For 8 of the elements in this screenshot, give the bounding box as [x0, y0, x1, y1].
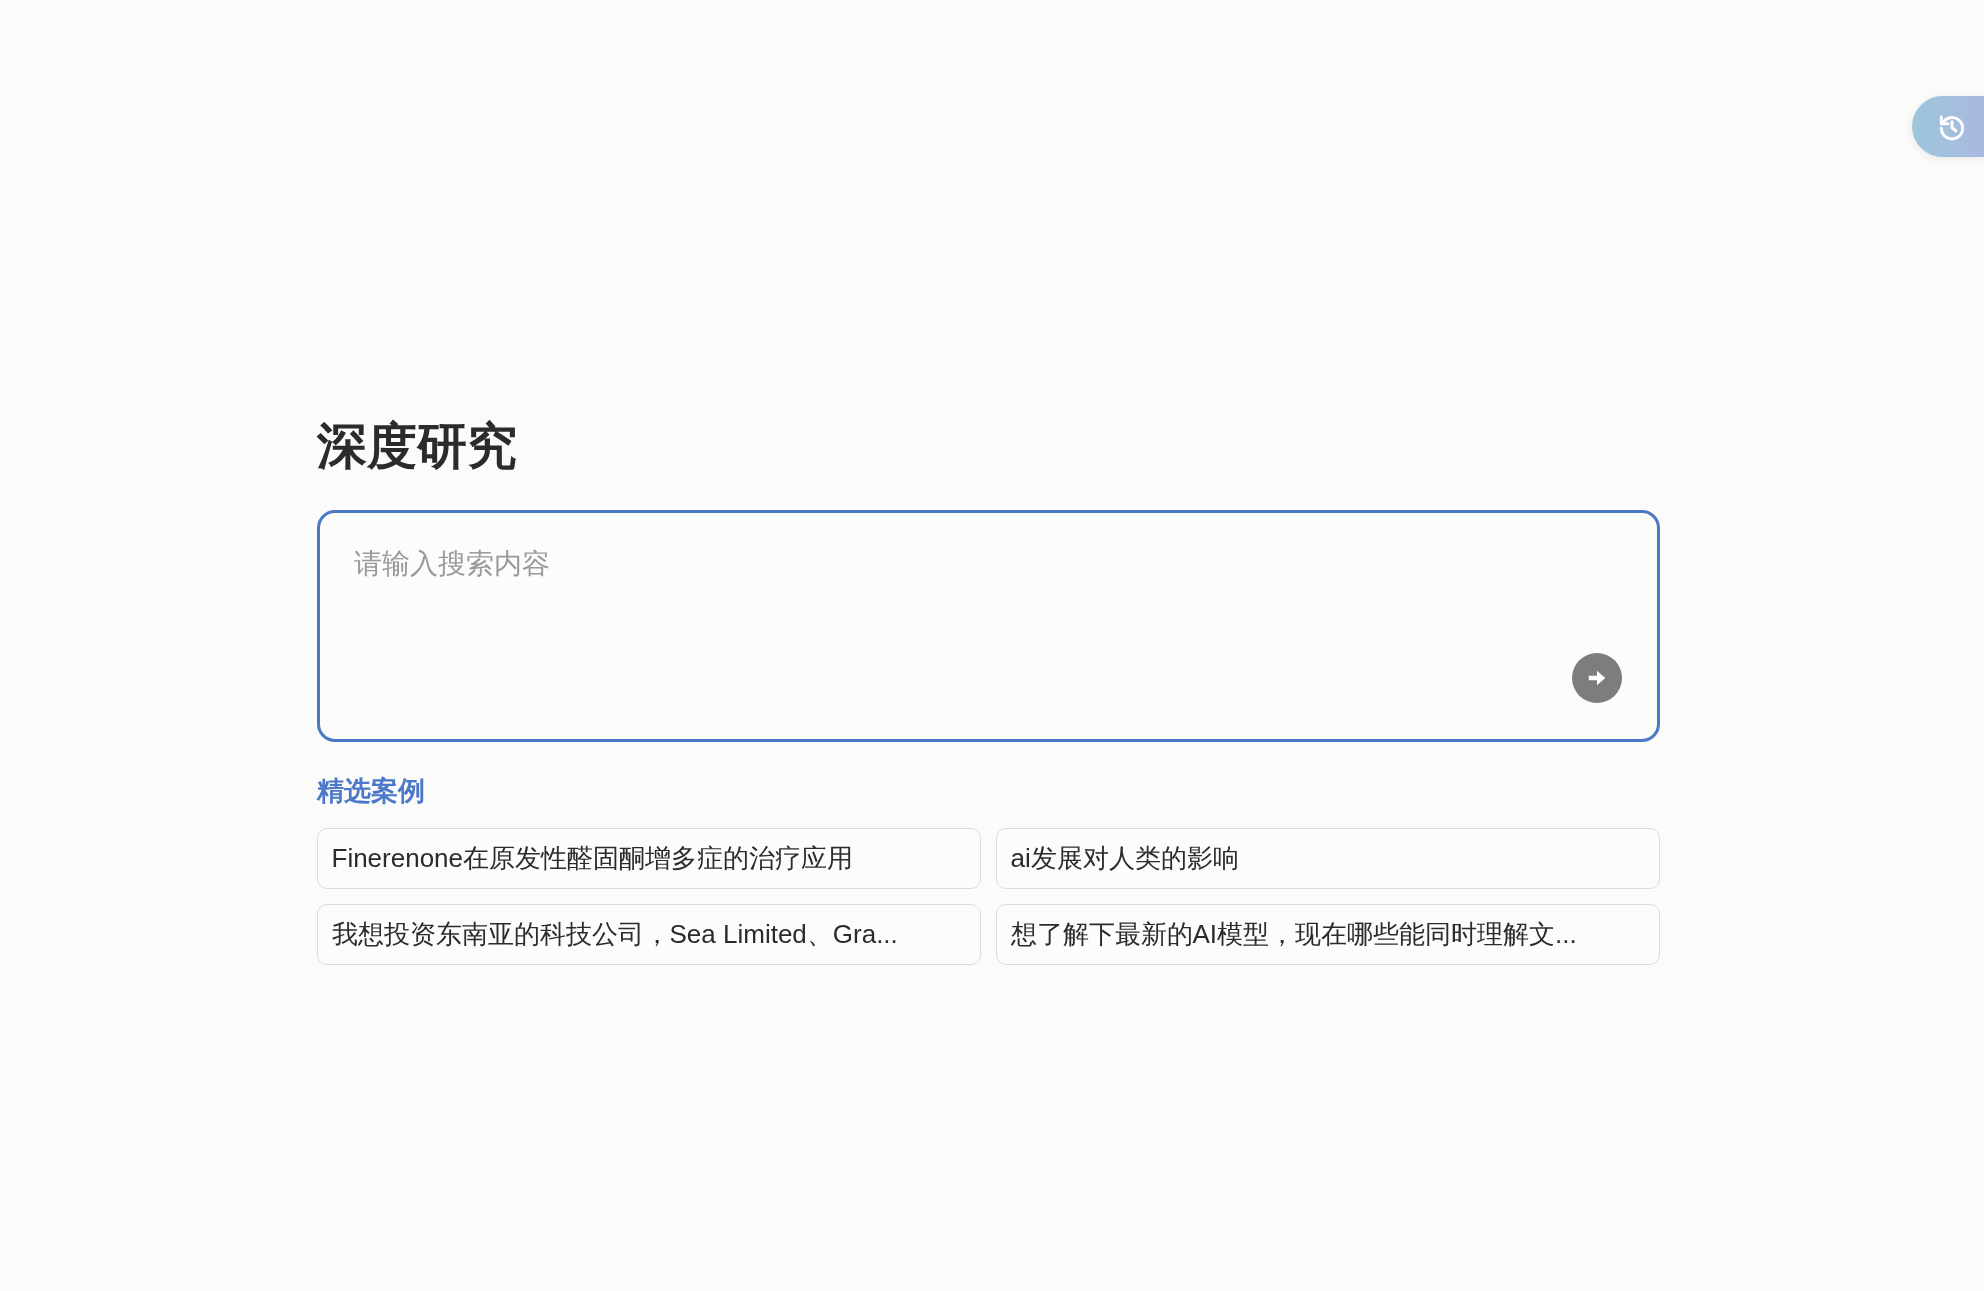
search-input[interactable]: 请输入搜索内容: [351, 543, 956, 597]
case-card[interactable]: 想了解下最新的AI模型，现在哪些能同时理解文...: [995, 904, 1660, 965]
featured-heading: 精选案例: [316, 775, 425, 808]
case-card[interactable]: 我想投资东南亚的科技公司，Sea Limited、Gra...: [316, 904, 981, 965]
case-card[interactable]: Finerenone在原发性醛固酮增多症的治疗应用: [316, 828, 981, 889]
submit-button[interactable]: [1571, 653, 1622, 703]
case-card[interactable]: ai发展对人类的影响: [995, 828, 1660, 889]
page-title: 深度研究: [316, 417, 517, 476]
